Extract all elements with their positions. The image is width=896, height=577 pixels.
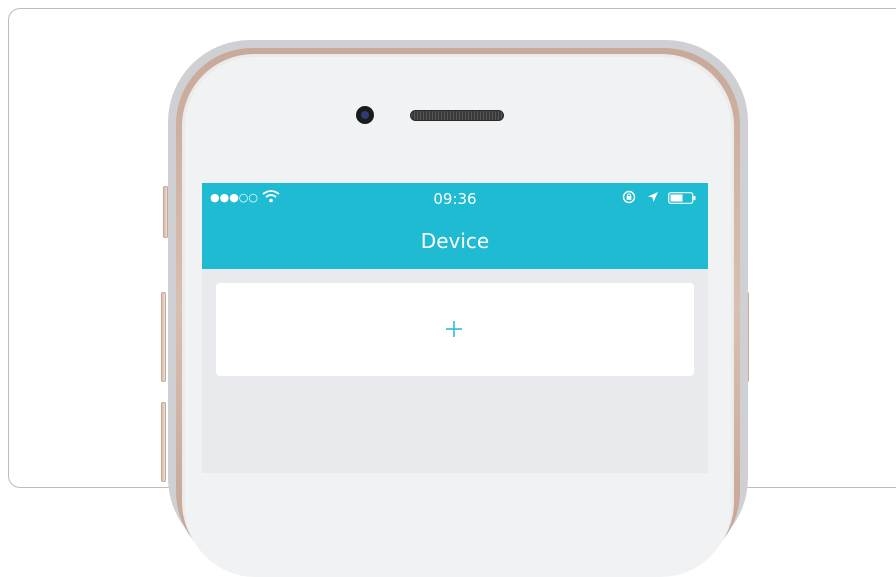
volume-up-button [161, 292, 166, 382]
navigation-bar: Device [202, 213, 708, 269]
status-bar: ●●●○○ 09:36 [202, 183, 708, 213]
page-title: Device [420, 229, 490, 253]
rotation-lock-icon [622, 190, 636, 204]
battery-icon [668, 192, 696, 204]
earpiece-speaker [410, 110, 504, 121]
location-icon [648, 192, 658, 202]
plus-icon[interactable] [445, 320, 463, 338]
front-camera-icon [356, 106, 374, 124]
volume-down-button [161, 402, 166, 482]
